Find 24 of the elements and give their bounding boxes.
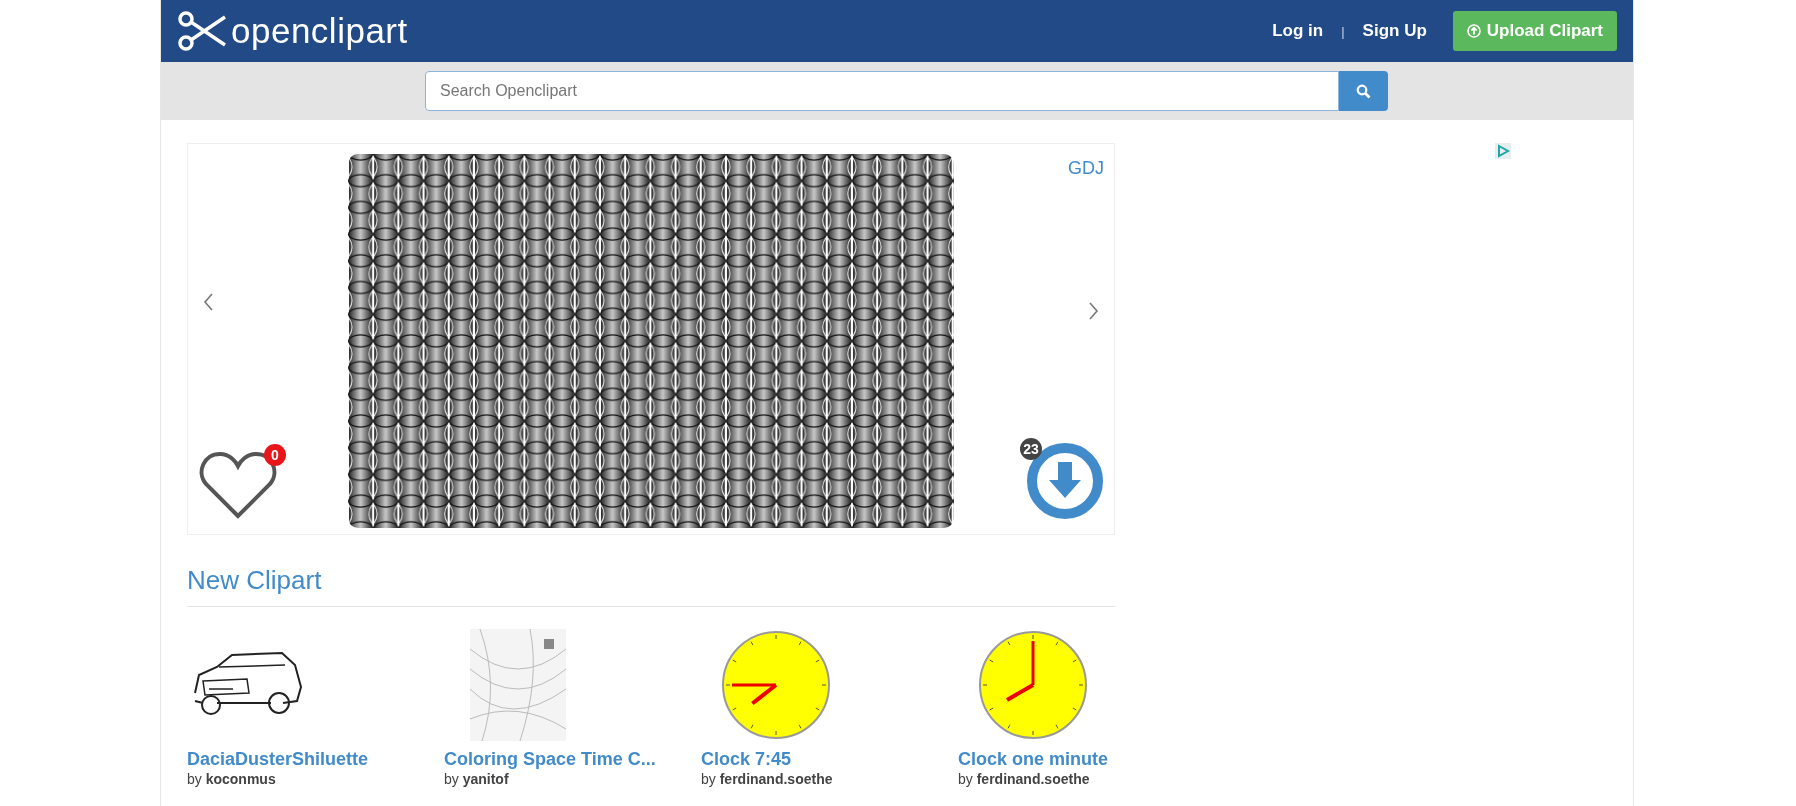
downloads-count: 23: [1020, 438, 1042, 460]
heart-icon[interactable]: [198, 450, 278, 520]
upload-icon: [1466, 24, 1481, 38]
nav-separator: |: [1341, 23, 1345, 39]
nav-link[interactable]: Log in: [1272, 21, 1324, 41]
scissors-icon: [177, 11, 227, 51]
clipart-title[interactable]: Coloring Space Time C...: [444, 749, 701, 770]
clipart-author: by yanitof: [444, 771, 510, 787]
clipart-title[interactable]: Clock one minute: [958, 749, 1215, 770]
clipart-author: by koconmus: [187, 771, 277, 787]
site-logo[interactable]: openclipart: [231, 11, 408, 51]
nav-link[interactable]: Sign Up: [1362, 21, 1427, 41]
search-field[interactable]: Search Openclipart: [425, 71, 1339, 111]
search-icon: [1356, 83, 1371, 99]
likes-count: 0: [264, 444, 286, 466]
section-heading: New Clipart: [187, 565, 1115, 607]
clipart-author: by ferdinand.soethe: [958, 771, 1091, 787]
search-button[interactable]: [1339, 71, 1388, 111]
upload-button[interactable]: Upload Clipart: [1452, 11, 1617, 51]
clipart-title[interactable]: DaciaDusterShiluette: [187, 749, 444, 770]
clipart-author: by ferdinand.soethe: [701, 771, 834, 787]
clipart-title[interactable]: Clock 7:45: [701, 749, 958, 770]
author-link[interactable]: GDJ: [1068, 158, 1104, 179]
ad-choices-icon[interactable]: [1495, 143, 1511, 159]
